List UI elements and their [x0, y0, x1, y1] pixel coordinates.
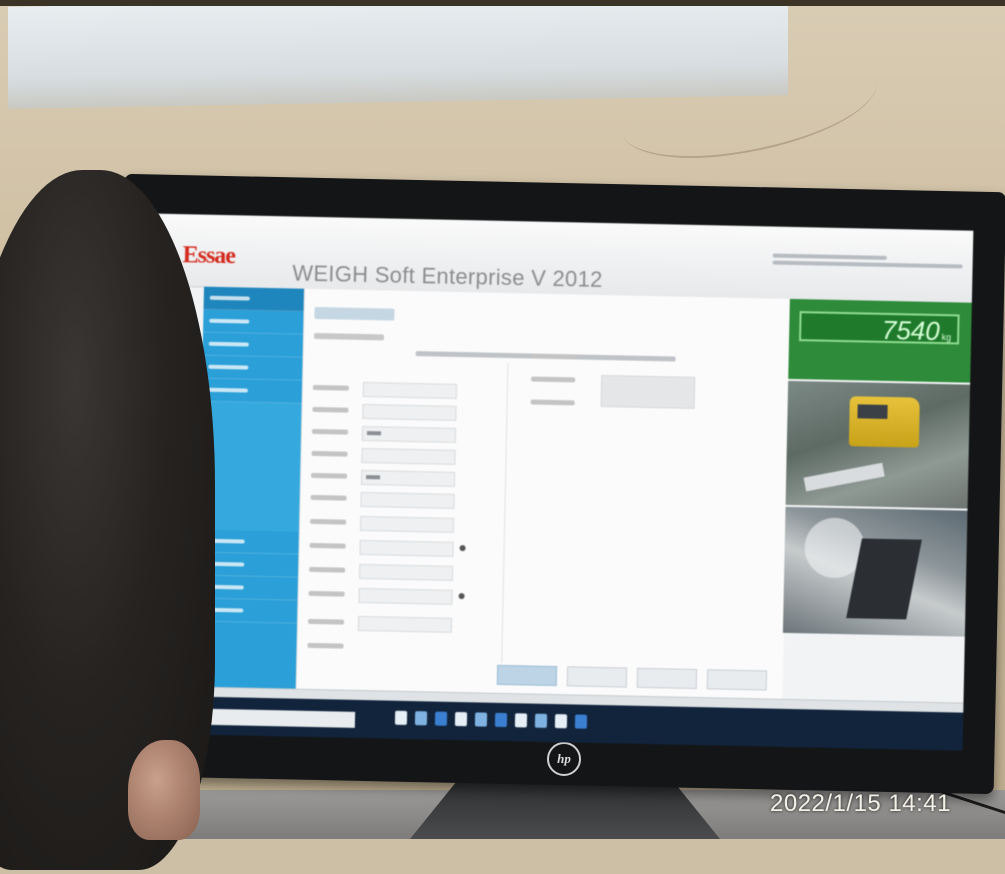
- right-fields: [530, 353, 696, 424]
- form-field[interactable]: [310, 491, 470, 509]
- camera-feed-1: [785, 380, 971, 509]
- sidebar-item[interactable]: [203, 309, 304, 335]
- app-title: WEIGH Soft Enterprise V 2012: [292, 260, 603, 292]
- sidebar-item[interactable]: [203, 286, 304, 312]
- form-title: [314, 306, 395, 321]
- sidebar-item[interactable]: [202, 355, 303, 381]
- form-field[interactable]: [309, 563, 469, 581]
- form-field[interactable]: [307, 615, 468, 633]
- app-icon[interactable]: [494, 712, 508, 728]
- right-field-label: [531, 353, 576, 360]
- lookup-icon[interactable]: [458, 593, 465, 600]
- form-field[interactable]: [311, 425, 472, 443]
- form-field[interactable]: [307, 639, 467, 656]
- task-view-icon[interactable]: [394, 710, 408, 725]
- right-field-label: [531, 376, 576, 383]
- form-field[interactable]: [311, 469, 471, 487]
- right-field-label: [530, 399, 575, 406]
- header-info: [772, 251, 963, 272]
- browser-icon[interactable]: [434, 711, 448, 726]
- form-field[interactable]: [310, 515, 470, 533]
- taskbar-search-input[interactable]: [204, 708, 356, 728]
- form-field[interactable]: [308, 587, 468, 605]
- app-icon[interactable]: [514, 713, 528, 728]
- app-icon[interactable]: [474, 712, 488, 727]
- form-button[interactable]: [706, 669, 768, 691]
- sidebar-item[interactable]: [201, 378, 303, 404]
- hp-logo: hp: [547, 742, 581, 776]
- app-icon[interactable]: [554, 714, 568, 729]
- weight-value: 7540: [881, 314, 941, 347]
- window-frame: [0, 0, 1005, 6]
- weight-display: 7540kg: [799, 311, 960, 347]
- lookup-icon[interactable]: [459, 545, 466, 552]
- form-button[interactable]: [566, 666, 628, 688]
- app-icon[interactable]: [534, 713, 548, 728]
- form-button[interactable]: [636, 667, 698, 690]
- column-divider: [501, 362, 509, 663]
- form-field[interactable]: [309, 539, 469, 557]
- form-field[interactable]: [312, 403, 472, 421]
- person-ear: [128, 740, 200, 840]
- form-subtitle: [313, 332, 385, 341]
- photo-timestamp: 2022/1/15 14:41: [770, 790, 951, 817]
- header-info-line: [772, 253, 887, 260]
- sidebar-item[interactable]: [202, 332, 304, 358]
- explorer-icon[interactable]: [414, 711, 428, 726]
- truck-image: [848, 396, 920, 448]
- taskbar-icons: [394, 710, 588, 729]
- form-field[interactable]: [311, 447, 471, 465]
- form-button[interactable]: [496, 664, 558, 687]
- form-buttons: [496, 664, 768, 691]
- form-field[interactable]: [312, 381, 473, 399]
- app-icon[interactable]: [574, 714, 588, 729]
- road-marking: [803, 462, 885, 492]
- right-field-input[interactable]: [600, 374, 696, 409]
- header-info-line: [772, 260, 963, 269]
- weight-unit: kg: [941, 332, 952, 343]
- camera-feed-2: [782, 506, 968, 637]
- app-icon[interactable]: [454, 711, 468, 727]
- brand-logo: Essae: [182, 242, 236, 270]
- weight-panel: 7540kg: [788, 298, 972, 383]
- monitor-screen: Essae WEIGH Soft Enterprise V 2012 7540k…: [134, 213, 974, 751]
- weighing-form: [295, 288, 791, 699]
